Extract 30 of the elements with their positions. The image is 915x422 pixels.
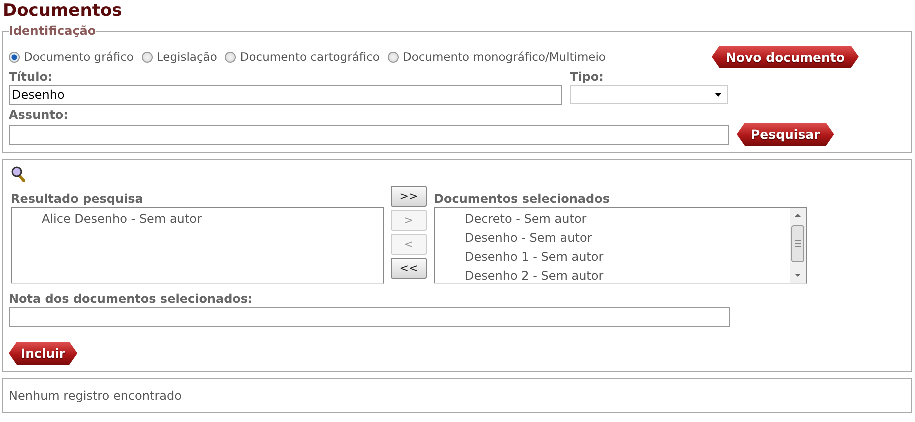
search-button[interactable]: Pesquisar	[737, 123, 834, 146]
page-title: Documentos	[3, 0, 124, 23]
scrollbar[interactable]	[790, 208, 806, 283]
field-label: Tipo:	[570, 70, 605, 85]
list-label: Resultado pesquisa	[11, 192, 144, 207]
status-message: Nenhum registro encontrado	[9, 389, 182, 403]
list-item[interactable]: Desenho 1 - Sem autor	[465, 248, 790, 267]
list-label: Documentos selecionados	[434, 192, 611, 207]
include-button[interactable]: Incluir	[9, 342, 78, 365]
radio-option[interactable]: Legislação	[142, 50, 218, 64]
title-field[interactable]: Desenho	[9, 85, 562, 105]
subject-field[interactable]	[9, 124, 729, 144]
field-label: Nota dos documentos selecionados:	[9, 292, 254, 307]
panel-legend: Identificação	[9, 24, 96, 38]
transfer-button[interactable]: >>	[391, 186, 427, 207]
search-icon	[11, 166, 26, 182]
note-field[interactable]	[9, 307, 730, 327]
type-dropdown[interactable]	[570, 85, 728, 104]
caret-icon	[715, 92, 722, 96]
radio-option[interactable]: Documento cartográfico	[225, 50, 380, 64]
radio-option[interactable]: Documento monográfico/Multimeio	[388, 50, 606, 64]
list-item[interactable]: Decreto - Sem autor	[465, 210, 790, 229]
list-item[interactable]: Desenho 2 - Sem autor	[465, 267, 790, 283]
list-item[interactable]: Desenho - Sem autor	[465, 229, 790, 248]
field-label: Título:	[9, 70, 54, 85]
list-item[interactable]: Alice Desenho - Sem autor	[42, 210, 383, 229]
radio-option[interactable]: Documento gráfico	[9, 50, 134, 64]
new-document-button[interactable]: Novo documento	[712, 46, 859, 68]
field-label: Assunto:	[9, 108, 70, 123]
transfer-button[interactable]: <<	[391, 258, 427, 279]
